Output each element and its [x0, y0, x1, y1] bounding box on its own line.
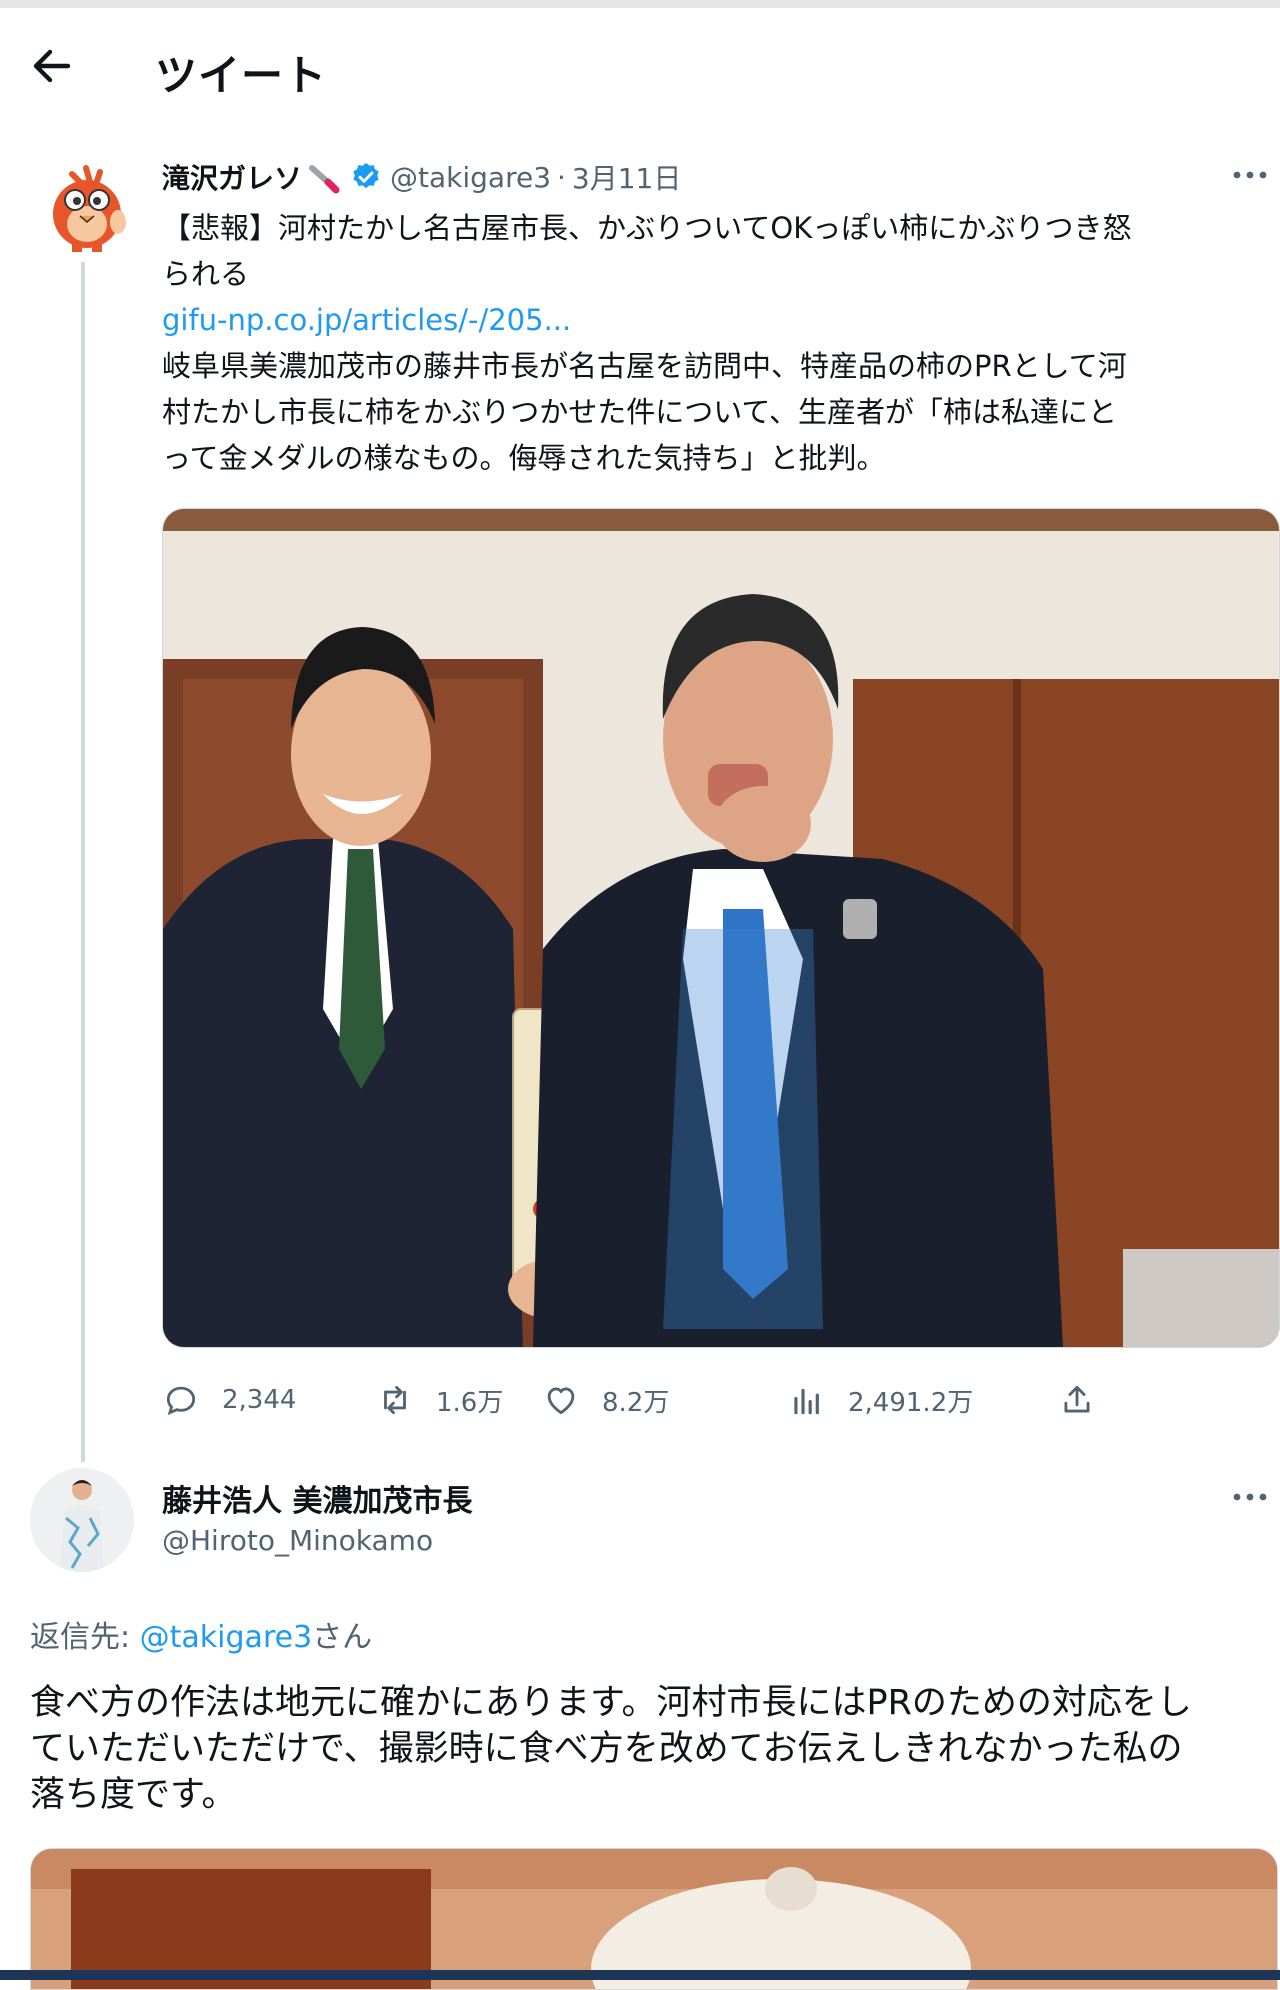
retweet-button[interactable]: 1.6万 [376, 1372, 503, 1428]
avatar[interactable] [42, 152, 132, 252]
verified-icon [350, 161, 382, 193]
page-title: ツイート [155, 51, 328, 100]
author-name[interactable]: 滝沢ガレソ [162, 157, 302, 197]
share-button[interactable] [1058, 1372, 1118, 1428]
reply-button[interactable]: 2,344 [162, 1372, 296, 1428]
tweet-body-line: って金メダルの様なもの。侮辱された気持ち」と批判。 [162, 441, 886, 475]
back-arrow-icon [33, 49, 71, 83]
reply-to-prefix: 返信先: [30, 1620, 140, 1655]
retweet-icon [384, 1385, 406, 1415]
views-icon [794, 1388, 819, 1415]
reply-to-suffix: さん [312, 1620, 373, 1655]
photo-illustration [31, 1849, 1277, 1989]
reply-text-line: ていただいただけで、撮影時に食べ方を改めてお伝えしきれなかった私の [30, 1729, 1183, 1769]
tweet-text: 【悲報】河村たかし名古屋市長、かぶりついてOKっぽい柿にかぶりつき怒 られる g… [162, 205, 1272, 481]
retweet-count: 1.6万 [436, 1387, 504, 1418]
tweet-photo[interactable] [162, 508, 1280, 1348]
tweet-body-line: 村たかし市長に柿をかぶりつかせた件について、生産者が「柿は私達にと [162, 395, 1117, 429]
reply-to-handle[interactable]: @takigare3 [140, 1620, 313, 1655]
tweet-text-line: られる [162, 257, 250, 291]
reply-more-button[interactable] [1225, 1472, 1275, 1522]
avatar-illustration [53, 165, 126, 252]
tweet-actions: 2,344 1.6万 8.2万 2,491.2万 [162, 1372, 1162, 1428]
reply-text-line: 落ち度です。 [30, 1775, 237, 1815]
like-icon [547, 1387, 575, 1415]
separator-dot: · [557, 160, 566, 194]
author-handle[interactable]: @takigare3 [390, 161, 551, 194]
reply-icon [166, 1386, 196, 1416]
back-button[interactable] [28, 42, 76, 90]
reply-text: 食べ方の作法は地元に確かにあります。河村市長にはPRのための対応をし ていただい… [30, 1680, 1270, 1818]
reply-text-line: 食べ方の作法は地元に確かにあります。河村市長にはPRのための対応をし [30, 1683, 1192, 1723]
top-border [0, 0, 1280, 8]
reply-avatar[interactable] [30, 1468, 134, 1572]
tweet-author-row: 滝沢ガレソ @takigare3 · 3月11日 [162, 152, 1272, 202]
avatar-photo [30, 1468, 134, 1572]
header: ツイート [0, 8, 1280, 120]
views-count: 2,491.2万 [848, 1387, 974, 1418]
share-icon [1064, 1385, 1090, 1413]
tweet-text-line: 【悲報】河村たかし名古屋市長、かぶりついてOKっぽい柿にかぶりつき怒 [162, 211, 1132, 245]
like-button[interactable]: 8.2万 [542, 1372, 669, 1428]
views-button[interactable]: 2,491.2万 [788, 1372, 973, 1428]
bottom-bar [0, 1970, 1280, 1980]
thread-connector [81, 262, 85, 1462]
reply-author-name[interactable]: 藤井浩人 美濃加茂市長 [162, 1476, 472, 1520]
more-icon [1233, 1493, 1267, 1501]
more-button[interactable] [1225, 150, 1275, 200]
more-icon [1233, 171, 1267, 179]
reply-author-handle[interactable]: @Hiroto_Minokamo [162, 1524, 433, 1557]
like-count: 8.2万 [602, 1387, 670, 1418]
photo-illustration [163, 509, 1279, 1347]
reply-to-line: 返信先: @takigare3さん [30, 1612, 372, 1656]
reply-photo[interactable] [30, 1848, 1278, 1990]
tweet-date[interactable]: 3月11日 [572, 157, 681, 197]
reply-count: 2,344 [222, 1385, 297, 1415]
tweet-body-line: 岐阜県美濃加茂市の藤井市長が名古屋を訪問中、特産品の柿のPRとして河 [162, 349, 1127, 383]
article-link[interactable]: gifu-np.co.jp/articles/-/205... [162, 297, 1272, 343]
brush-icon [308, 160, 342, 194]
